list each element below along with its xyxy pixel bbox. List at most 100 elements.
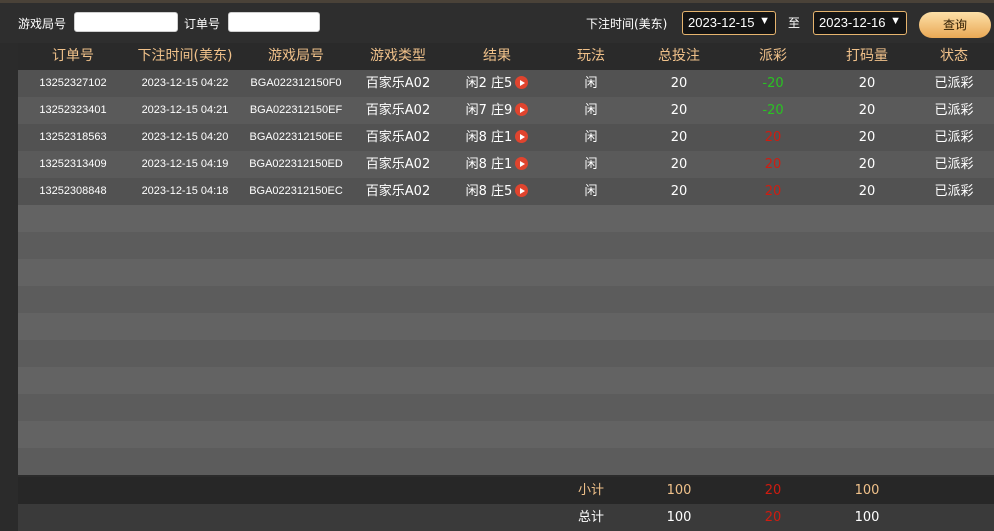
play-replay-icon[interactable] xyxy=(515,157,529,170)
cell-order-text: 13252327102 xyxy=(39,77,107,89)
cell-result: 闲2 庄5 xyxy=(444,70,550,97)
cell-round-text: BGA022312150EF xyxy=(249,104,343,116)
left-strip xyxy=(0,43,18,531)
cell-round: BGA022312150EC xyxy=(240,178,352,205)
cell-time-text: 2023-12-15 04:19 xyxy=(141,158,229,170)
cell-time-text: 2023-12-15 04:18 xyxy=(141,185,229,197)
cell-round: BGA022312150EE xyxy=(240,124,352,151)
empty-row xyxy=(18,340,994,367)
cell-order-text: 13252313409 xyxy=(39,158,107,170)
cell-bet-text: 20 xyxy=(670,184,688,199)
cell-order: 13252327102 xyxy=(18,70,128,97)
cell-time: 2023-12-15 04:21 xyxy=(130,97,240,124)
cell-game-type-text: 百家乐A02 xyxy=(365,76,431,91)
col-total-bet: 总投注 xyxy=(658,48,700,64)
query-button[interactable]: 查询 xyxy=(919,12,991,38)
cell-result-text: 闲8 庄1 xyxy=(465,157,513,172)
empty-row xyxy=(18,259,994,286)
col-play: 玩法 xyxy=(577,48,605,64)
cell-result: 闲8 庄1 xyxy=(444,124,550,151)
play-replay-icon[interactable] xyxy=(515,184,529,197)
cell-payout-text: -20 xyxy=(762,76,784,91)
cell-order-text: 13252323401 xyxy=(39,104,107,116)
cell-turnover: 20 xyxy=(820,97,914,124)
cell-status: 已派彩 xyxy=(914,70,994,97)
cell-status: 已派彩 xyxy=(914,178,994,205)
col-bet-time: 下注时间(美东) xyxy=(137,48,233,64)
cell-play-text: 闲 xyxy=(584,184,598,199)
cell-bet-text: 20 xyxy=(670,130,688,145)
subtotal-label: 小计 xyxy=(577,483,604,498)
cell-play: 闲 xyxy=(550,151,632,178)
game-round-input[interactable] xyxy=(74,12,178,32)
cell-turnover: 20 xyxy=(820,151,914,178)
cell-turnover-text: 20 xyxy=(858,157,876,172)
empty-row xyxy=(18,232,994,259)
subtotal-row: 小计 100 20 100 xyxy=(18,477,994,504)
col-order: 订单号 xyxy=(52,48,94,64)
cell-payout: 20 xyxy=(726,178,820,205)
play-replay-icon[interactable] xyxy=(515,103,529,116)
cell-payout: 20 xyxy=(726,151,820,178)
empty-row xyxy=(18,286,994,313)
cell-result: 闲8 庄1 xyxy=(444,151,550,178)
table-row: 13252313409 2023-12-15 04:19 BGA022312150E… xyxy=(18,151,994,178)
cell-result-text: 闲7 庄9 xyxy=(465,103,513,118)
cell-time-text: 2023-12-15 04:21 xyxy=(141,104,229,116)
cell-status-text: 已派彩 xyxy=(934,76,974,91)
cell-order: 13252318563 xyxy=(18,124,128,151)
col-status: 状态 xyxy=(940,48,968,64)
cell-play-text: 闲 xyxy=(584,157,598,172)
filter-bar: 游戏局号 订单号 下注时间(美东) 2023-12-15 ▼ 至 2023-12… xyxy=(0,3,994,43)
cell-result: 闲7 庄9 xyxy=(444,97,550,124)
total-row: 总计 100 20 100 xyxy=(18,504,994,531)
date-to-select[interactable]: 2023-12-16 ▼ xyxy=(813,11,907,35)
cell-turnover-text: 20 xyxy=(858,184,876,199)
cell-time: 2023-12-15 04:18 xyxy=(130,178,240,205)
table-row: 13252318563 2023-12-15 04:20 BGA022312150E… xyxy=(18,124,994,151)
table-row: 13252323401 2023-12-15 04:21 BGA022312150E… xyxy=(18,97,994,124)
cell-turnover: 20 xyxy=(820,178,914,205)
cell-play: 闲 xyxy=(550,124,632,151)
total-label: 总计 xyxy=(577,510,604,525)
cell-game-type: 百家乐A02 xyxy=(352,151,444,178)
date-from-select[interactable]: 2023-12-15 ▼ xyxy=(682,11,776,35)
cell-status-text: 已派彩 xyxy=(934,184,974,199)
cell-round-text: BGA022312150ED xyxy=(249,158,343,170)
subtotal-bet: 100 xyxy=(666,483,692,498)
cell-time-text: 2023-12-15 04:20 xyxy=(141,131,229,143)
cell-round: BGA022312150EF xyxy=(240,97,352,124)
cell-result-text: 闲8 庄1 xyxy=(465,130,513,145)
chevron-down-icon: ▼ xyxy=(759,15,770,27)
table-row: 13252327102 2023-12-15 04:22 BGA022312150F… xyxy=(18,70,994,97)
cell-turnover-text: 20 xyxy=(858,76,876,91)
table-header: 订单号 下注时间(美东) 游戏局号 游戏类型 结果 玩法 总投注 派彩 打码量 … xyxy=(18,43,994,70)
cell-game-type: 百家乐A02 xyxy=(352,124,444,151)
order-input[interactable] xyxy=(228,12,320,32)
date-to-value: 2023-12-16 xyxy=(819,15,886,30)
cell-play: 闲 xyxy=(550,178,632,205)
col-payout: 派彩 xyxy=(759,48,787,64)
cell-bet: 20 xyxy=(632,178,726,205)
cell-turnover: 20 xyxy=(820,70,914,97)
cell-bet: 20 xyxy=(632,151,726,178)
cell-turnover-text: 20 xyxy=(858,130,876,145)
empty-row xyxy=(18,394,994,421)
bet-records-table: 订单号 下注时间(美东) 游戏局号 游戏类型 结果 玩法 总投注 派彩 打码量 … xyxy=(18,43,994,475)
cell-payout: 20 xyxy=(726,124,820,151)
cell-bet: 20 xyxy=(632,97,726,124)
cell-payout: -20 xyxy=(726,97,820,124)
cell-status: 已派彩 xyxy=(914,124,994,151)
order-label: 订单号 xyxy=(184,17,221,31)
total-turnover: 100 xyxy=(854,510,880,525)
subtotal-turnover: 100 xyxy=(854,483,880,498)
subtotal-payout: 20 xyxy=(764,483,782,498)
cell-turnover: 20 xyxy=(820,124,914,151)
table-row: 13252308848 2023-12-15 04:18 BGA022312150E… xyxy=(18,178,994,205)
game-round-label: 游戏局号 xyxy=(18,17,67,31)
cell-game-type-text: 百家乐A02 xyxy=(365,157,431,172)
play-replay-icon[interactable] xyxy=(515,76,529,89)
play-replay-icon[interactable] xyxy=(515,130,529,143)
cell-status-text: 已派彩 xyxy=(934,157,974,172)
cell-round: BGA022312150F0 xyxy=(240,70,352,97)
